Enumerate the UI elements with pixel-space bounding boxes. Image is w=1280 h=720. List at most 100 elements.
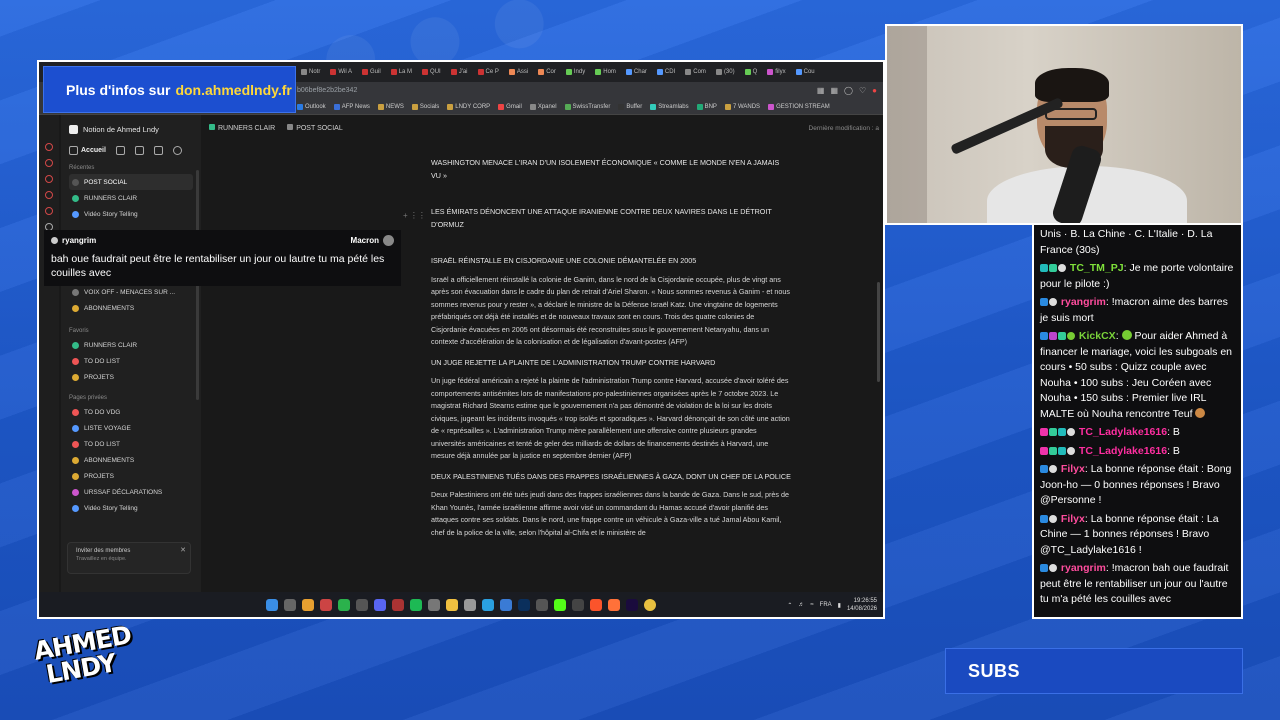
extension-icon[interactable]: ▦ (817, 86, 825, 95)
discord-icon[interactable] (374, 598, 386, 611)
chat-icon[interactable] (115, 146, 125, 155)
volume-icon[interactable]: ♬ (798, 602, 804, 608)
chat-username[interactable]: Filyx (1061, 463, 1085, 475)
profile-icon[interactable]: ● (872, 86, 877, 95)
bookmark[interactable]: NEWS (377, 103, 404, 110)
browser-tab[interactable]: Wil A (326, 67, 356, 77)
sidebar-item[interactable]: VOIX OFF - MENACES SUR ... (69, 284, 193, 300)
sidebar-item[interactable]: POST SOCIAL (69, 174, 193, 190)
bookmark[interactable]: AFP News (333, 103, 370, 110)
browser-tab[interactable]: Notr (297, 67, 324, 77)
workspace-switcher[interactable]: Notion de Ahmed Lndy (69, 125, 193, 134)
brave-icon[interactable] (590, 598, 602, 611)
app-icon[interactable] (500, 598, 512, 611)
bookmark[interactable]: Socials (411, 103, 439, 110)
bookmark[interactable]: 7 WANDS (724, 103, 760, 110)
firefox-icon[interactable] (608, 598, 620, 611)
chat-username[interactable]: Filyx (1061, 513, 1085, 525)
chat-username[interactable]: TC_TM_PJ (1070, 262, 1124, 274)
bookmark[interactable]: SwissTransfer (564, 103, 610, 110)
bookmark[interactable]: Outlook (297, 103, 326, 110)
bookmark[interactable]: LNDY CORP (447, 103, 490, 110)
bookmark[interactable]: Xpanel (529, 103, 557, 110)
shield-icon[interactable]: ◯ (844, 86, 853, 95)
sidebar-item[interactable]: RUNNERS CLAIR (69, 190, 193, 206)
obs-icon[interactable] (536, 598, 548, 611)
telegram-icon[interactable] (482, 598, 494, 611)
browser-tab[interactable]: Hom (591, 67, 620, 77)
rail-icon[interactable] (45, 191, 53, 199)
chrome-icon[interactable] (644, 598, 656, 611)
chevron-up-icon[interactable]: ⌃ (787, 602, 792, 609)
sidebar-item[interactable]: Vidéo Story Telling (69, 500, 193, 516)
browser-tab[interactable]: Indy (562, 67, 589, 77)
sidebar-item[interactable]: TO DO LIST (69, 353, 193, 369)
app-icon[interactable] (302, 598, 314, 611)
app-icon[interactable] (356, 598, 368, 611)
breadcrumb-item[interactable]: POST SOCIAL (287, 124, 343, 132)
browser-tab[interactable]: Assi (505, 67, 532, 77)
browser-tab[interactable]: Q (741, 67, 762, 77)
browser-tab[interactable]: Cou (792, 67, 819, 77)
browser-tab[interactable]: Guil (358, 67, 385, 77)
close-icon[interactable]: ✕ (180, 546, 186, 554)
app-icon[interactable] (392, 598, 404, 611)
heart-icon[interactable]: ♡ (859, 86, 866, 95)
sidebar-item[interactable]: TO DO LIST (69, 436, 193, 452)
search-icon[interactable] (284, 598, 296, 611)
search-icon[interactable] (172, 146, 182, 155)
document-body[interactable]: WASHINGTON MENACE L'IRAN D'UN ISOLEMENT … (431, 157, 791, 547)
sidebar-item[interactable]: PROJETS (69, 468, 193, 484)
bookmark[interactable]: Buffer (618, 103, 642, 110)
spotify-icon[interactable] (410, 598, 422, 611)
chat-username[interactable]: KickCX (1079, 330, 1116, 342)
browser-tab[interactable]: filyx (763, 67, 789, 77)
chat-username[interactable]: ryangrim (1061, 562, 1106, 574)
chat-username[interactable]: ryangrim (1061, 296, 1106, 308)
extension-icon[interactable]: ▦ (830, 86, 838, 95)
app-icon[interactable] (428, 598, 440, 611)
rail-icon[interactable] (45, 207, 53, 215)
rail-icon[interactable] (45, 159, 53, 167)
browser-tab[interactable]: QUI (418, 67, 445, 77)
language-indicator[interactable]: FRA (820, 602, 832, 608)
rail-icon[interactable] (45, 175, 53, 183)
browser-tab[interactable]: Com (681, 67, 710, 77)
whatsapp-icon[interactable] (338, 598, 350, 611)
invite-members-card[interactable]: Inviter des membres Travaillez en équipe… (67, 542, 191, 574)
bookmark[interactable]: BNP (696, 103, 717, 110)
browser-tab[interactable]: (30) (712, 67, 739, 77)
app-icon[interactable] (464, 598, 476, 611)
chat-username[interactable]: TC_Ladylake1616 (1079, 426, 1167, 438)
browser-tab[interactable]: J'ai (447, 67, 472, 77)
home-button[interactable]: Accueil (69, 146, 106, 155)
document-scrollbar[interactable] (877, 282, 880, 382)
breadcrumb-item[interactable]: RUNNERS CLAIR (209, 124, 275, 132)
bookmark[interactable]: Gmail (498, 103, 522, 110)
chat-username[interactable]: TC_Ladylake1616 (1079, 445, 1167, 457)
battery-icon[interactable]: ▮ (838, 602, 841, 609)
sidebar-item[interactable]: URSSAF DÉCLARATIONS (69, 484, 193, 500)
windows-start-icon[interactable] (266, 598, 278, 611)
sidebar-item[interactable]: ABONNEMENTS (69, 452, 193, 468)
photoshop-icon[interactable] (518, 598, 530, 611)
browser-tab[interactable]: Char (622, 67, 651, 77)
browser-tab[interactable]: Cor (534, 67, 560, 77)
browser-tab[interactable]: La M (387, 67, 416, 77)
drag-handle-icon[interactable]: + ⋮⋮ (403, 211, 426, 220)
browser-tab[interactable]: CDI (653, 67, 679, 77)
mail-icon[interactable] (153, 146, 163, 155)
app-icon[interactable] (572, 598, 584, 611)
rail-icon[interactable] (45, 143, 53, 151)
clock[interactable]: 19:26:55 14/08/2026 (847, 597, 877, 613)
app-icon[interactable] (320, 598, 332, 611)
promo-link[interactable]: don.ahmedlndy.fr (175, 82, 291, 98)
browser-tab[interactable]: Ce P (474, 67, 503, 77)
premiere-icon[interactable] (626, 598, 638, 611)
sidebar-item[interactable]: ABONNEMENTS (69, 300, 193, 316)
sidebar-item[interactable]: LISTE VOYAGE (69, 420, 193, 436)
bookmark[interactable]: GESTION STREAM (768, 103, 830, 110)
kick-icon[interactable] (554, 598, 566, 611)
file-explorer-icon[interactable] (446, 598, 458, 611)
wifi-icon[interactable]: ≈ (810, 602, 813, 608)
